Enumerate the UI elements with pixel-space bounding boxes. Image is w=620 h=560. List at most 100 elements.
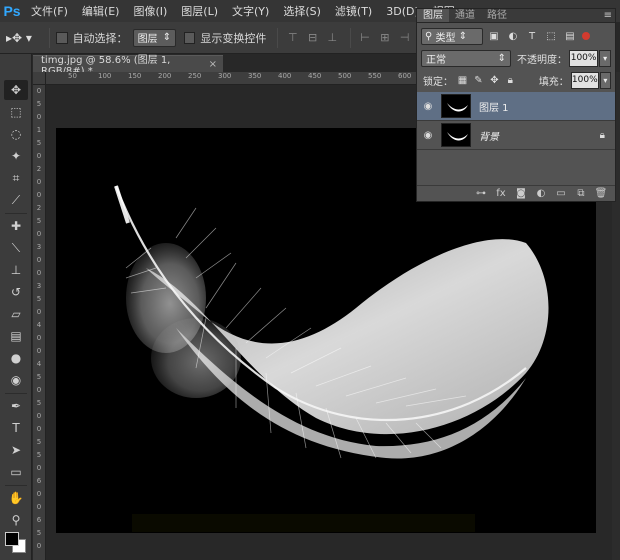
ruler-tick-label: 3 [36, 243, 42, 251]
new-group-icon[interactable]: ▭ [551, 188, 571, 199]
align-vcenter-icon[interactable]: ⊟ [304, 29, 321, 47]
eye-icon[interactable]: ◉ [417, 130, 439, 141]
shape-filter-icon[interactable]: ⬚ [543, 28, 559, 44]
zoom-tool-icon[interactable]: ⚲ [4, 510, 28, 530]
align-hcenter-icon[interactable]: ⊞ [376, 29, 393, 47]
eye-icon[interactable]: ◉ [417, 101, 439, 112]
lock-pixels-icon[interactable]: ✎ [472, 73, 485, 87]
lock-all-icon[interactable]: 🔒︎ [504, 73, 517, 87]
menu-filter[interactable]: 滤镜(T) [328, 3, 379, 19]
add-mask-icon[interactable]: ◙ [511, 188, 531, 199]
auto-select-value: 图层 [137, 34, 158, 45]
ruler-tick-label: 1 [36, 126, 42, 134]
filter-toggle[interactable] [582, 32, 590, 40]
eraser-tool-icon[interactable]: ▱ [4, 304, 28, 324]
menu-image[interactable]: 图像(I) [126, 3, 174, 19]
dodge-tool-icon[interactable]: ◉ [4, 370, 28, 390]
opacity-input[interactable]: 100% [568, 49, 599, 67]
auto-select-dropdown[interactable]: 图层 ⇕ [132, 28, 177, 47]
ruler-tick-label: 0 [36, 412, 42, 420]
path-select-icon[interactable]: ➤ [4, 440, 28, 460]
layer-row-1[interactable]: ◉ 图层 1 [417, 92, 615, 121]
ruler-tick-label: 0 [36, 152, 42, 160]
menu-layer[interactable]: 图层(L) [174, 3, 225, 19]
tab-paths[interactable]: 路径 [481, 9, 513, 22]
link-layers-icon[interactable]: ⊶ [471, 188, 491, 199]
tab-channels[interactable]: 通道 [449, 9, 481, 22]
blend-mode-dropdown[interactable]: 正常 ⇕ [421, 49, 511, 67]
filter-value: 类型 [435, 32, 456, 44]
foreground-color-swatch[interactable] [5, 532, 19, 546]
hand-tool-icon[interactable]: ✋ [4, 488, 28, 508]
layer-name[interactable]: 背景 [479, 128, 499, 143]
ruler-tick-label: 5 [36, 295, 42, 303]
pen-tool-icon[interactable]: ✒ [4, 396, 28, 416]
type-tool-icon[interactable]: T [4, 418, 28, 438]
align-top-icon[interactable]: ⊤ [284, 29, 301, 47]
options-bar: ▸✥ ▾ 自动选择： 图层 ⇕ 显示变换控件 ⊤ ⊟ ⊥ ⊢ ⊞ ⊣ [0, 22, 416, 54]
filter-row: ⚲ 类型 ⇕ ▣ ◐ T ⬚ ▤ [417, 25, 615, 47]
ruler-tick-label: 0 [36, 87, 42, 95]
crop-tool-icon[interactable]: ⌗ [4, 168, 28, 188]
layer-name[interactable]: 图层 1 [479, 99, 509, 114]
ruler-tick-label: 5 [36, 139, 42, 147]
history-brush-icon[interactable]: ↺ [4, 282, 28, 302]
auto-select-checkbox[interactable] [56, 31, 68, 44]
smart-object-filter-icon[interactable]: ▤ [562, 28, 578, 44]
menu-type[interactable]: 文字(Y) [225, 3, 276, 19]
ruler-tick-label: 0 [36, 191, 42, 199]
chevron-down-icon[interactable]: ▾ [599, 71, 611, 89]
document-tab[interactable]: timg.jpg @ 58.6% (图层 1, RGB/8#) * × [33, 55, 223, 77]
magic-wand-icon[interactable]: ✦ [4, 146, 28, 166]
fill-input[interactable]: 100% [570, 71, 599, 89]
lock-transparency-icon[interactable]: ▦ [456, 73, 469, 87]
align-left-icon[interactable]: ⊢ [357, 29, 374, 47]
pixel-filter-icon[interactable]: ▣ [486, 28, 502, 44]
adjustment-filter-icon[interactable]: ◐ [505, 28, 521, 44]
move-tool-icon[interactable]: ✥ [4, 80, 28, 100]
vertical-ruler[interactable]: 0 5 0 1 5 0 2 0 0 2 5 0 3 0 0 3 5 0 4 0 0 4 5 0 5 0 0 5 5 0 6 0 0 6 5 0 [33, 85, 46, 560]
ruler-tick-label: 550 [368, 72, 382, 80]
menu-select[interactable]: 选择(S) [276, 3, 328, 19]
tab-layers[interactable]: 图层 [417, 9, 449, 22]
lasso-tool-icon[interactable]: ◌ [4, 124, 28, 144]
layer-style-icon[interactable]: fx [491, 188, 511, 199]
new-layer-icon[interactable]: ⧉ [571, 188, 591, 199]
ruler-tick-label: 0 [36, 503, 42, 511]
layer-row-background[interactable]: ◉ 背景 🔒︎ [417, 121, 615, 150]
ruler-origin[interactable] [33, 72, 46, 85]
ruler-tick-label: 0 [36, 347, 42, 355]
blur-tool-icon[interactable]: ● [4, 348, 28, 368]
brush-tool-icon[interactable]: ⟍ [4, 238, 28, 258]
eyedropper-icon[interactable]: ⟋ [4, 190, 28, 210]
ruler-tick-label: 5 [36, 217, 42, 225]
type-filter-icon[interactable]: T [524, 28, 540, 44]
ruler-tick-label: 0 [36, 269, 42, 277]
menu-edit[interactable]: 编辑(E) [75, 3, 127, 19]
clone-stamp-icon[interactable]: ⊥ [4, 260, 28, 280]
align-right-icon[interactable]: ⊣ [396, 29, 413, 47]
layers-list: ◉ 图层 1 ◉ 背景 🔒︎ [417, 92, 615, 156]
ruler-tick-label: 450 [308, 72, 322, 80]
adjustment-layer-icon[interactable]: ◐ [531, 188, 551, 199]
chevron-down-icon[interactable]: ▾ [599, 49, 611, 67]
layer-filter-dropdown[interactable]: ⚲ 类型 ⇕ [421, 27, 483, 45]
rectangle-tool-icon[interactable]: ▭ [4, 462, 28, 482]
lock-position-icon[interactable]: ✥ [488, 73, 501, 87]
gradient-tool-icon[interactable]: ▤ [4, 326, 28, 346]
show-transform-checkbox[interactable] [184, 31, 196, 44]
healing-brush-icon[interactable]: ✚ [4, 216, 28, 236]
menu-file[interactable]: 文件(F) [24, 3, 75, 19]
close-icon[interactable]: × [209, 59, 217, 70]
tool-preset-picker[interactable]: ▸✥ ▾ [6, 27, 43, 49]
lock-label: 锁定： [423, 76, 453, 88]
ruler-tick-label: 5 [36, 529, 42, 537]
canvas-bottom-band [132, 514, 475, 532]
align-bottom-icon[interactable]: ⊥ [324, 29, 341, 47]
panel-menu-icon[interactable]: ≡ [604, 9, 615, 22]
ruler-tick-label: 5 [36, 373, 42, 381]
ruler-tick-label: 0 [36, 490, 42, 498]
trash-icon[interactable]: 🗑︎ [591, 188, 611, 199]
marquee-tool-icon[interactable]: ⬚ [4, 102, 28, 122]
ruler-tick-label: 5 [36, 438, 42, 446]
